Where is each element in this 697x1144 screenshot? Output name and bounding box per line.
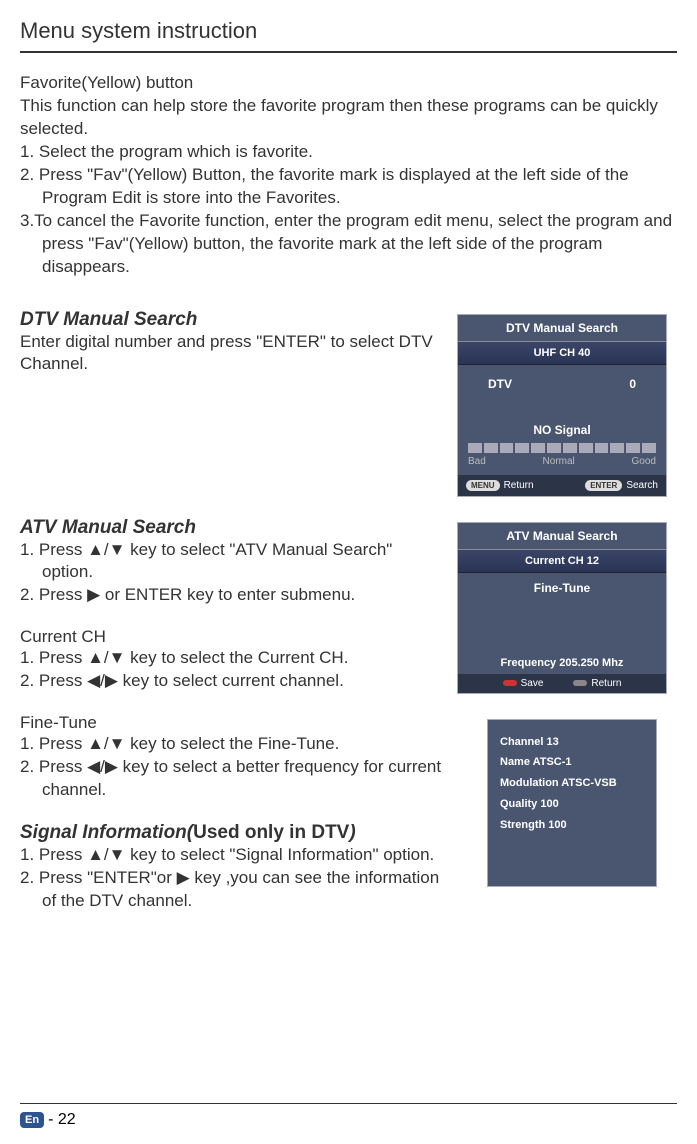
- favorite-step2: 2. Press "Fav"(Yellow) Button, the favor…: [20, 164, 677, 210]
- dtv-value: 0: [629, 377, 636, 391]
- atv-step2: 2. Press ▶ or ENTER key to enter submenu…: [20, 584, 447, 607]
- label-normal: Normal: [543, 456, 575, 467]
- favorite-intro: This function can help store the favorit…: [20, 95, 677, 141]
- dtv-text: Enter digital number and press "ENTER" t…: [20, 331, 447, 377]
- favorite-title: Favorite(Yellow) button: [20, 73, 677, 93]
- search-label: Search: [626, 480, 658, 491]
- fine-step2: 2. Press ◀/▶ key to select a better freq…: [20, 756, 447, 802]
- siginfo-step1: 1. Press ▲/▼ key to select "Signal Infor…: [20, 844, 447, 867]
- page-header: Menu system instruction: [0, 0, 697, 46]
- dtv-panel-title: DTV Manual Search: [458, 315, 666, 341]
- siginfo-name: Name ATSC-1: [500, 752, 644, 773]
- footer-separator: [20, 1103, 677, 1104]
- siginfo-strength: Strength 100: [500, 815, 644, 836]
- signal-bar: [458, 443, 666, 456]
- atv-finetune-label: Fine-Tune: [458, 573, 666, 597]
- dtv-section: DTV Manual Search Enter digital number a…: [20, 309, 677, 497]
- label-bad: Bad: [468, 456, 486, 467]
- page-num-text: - 22: [48, 1111, 76, 1129]
- finetune-heading: Fine-Tune: [20, 713, 447, 733]
- content-area: Favorite(Yellow) button This function ca…: [0, 53, 697, 913]
- signal-labels: Bad Normal Good: [458, 456, 666, 475]
- siginfo-panel: Channel 13 Name ATSC-1 Modulation ATSC-V…: [487, 719, 657, 887]
- siginfo-modulation: Modulation ATSC-VSB: [500, 773, 644, 794]
- atv-step1: 1. Press ▲/▼ key to select "ATV Manual S…: [20, 539, 447, 585]
- red-button-icon[interactable]: [503, 680, 517, 686]
- menu-button[interactable]: MENU: [466, 480, 500, 491]
- lang-badge: En: [20, 1112, 44, 1128]
- atv-heading: ATV Manual Search: [20, 517, 447, 539]
- page-number: En - 22: [20, 1111, 76, 1129]
- atv-panel-band[interactable]: Current CH 12: [458, 549, 666, 573]
- atv-panel-title: ATV Manual Search: [458, 523, 666, 549]
- atv-footer: Save Return: [458, 674, 666, 693]
- atv-section: ATV Manual Search 1. Press ▲/▼ key to se…: [20, 517, 677, 913]
- current-ch-heading: Current CH: [20, 627, 447, 647]
- enter-button[interactable]: ENTER: [585, 480, 622, 491]
- atv-panel: ATV Manual Search Current CH 12 Fine-Tun…: [457, 522, 667, 694]
- siginfo-step2: 2. Press "ENTER"or ▶ key ,you can see th…: [20, 867, 447, 913]
- atv-return-label: Return: [591, 678, 621, 689]
- dtv-heading: DTV Manual Search: [20, 309, 447, 331]
- favorite-step3: 3.To cancel the Favorite function, enter…: [20, 210, 677, 279]
- fine-step1: 1. Press ▲/▼ key to select the Fine-Tune…: [20, 733, 447, 756]
- atv-frequency: Frequency 205.250 Mhz: [458, 652, 666, 674]
- dtv-panel-band[interactable]: UHF CH 40: [458, 341, 666, 365]
- current-step2: 2. Press ◀/▶ key to select current chann…: [20, 670, 447, 693]
- favorite-step1: 1. Select the program which is favorite.: [20, 141, 677, 164]
- siginfo-heading: Signal Information(Used only in DTV): [20, 822, 447, 844]
- dtv-label: DTV: [488, 377, 512, 391]
- dtv-panel-row: DTV 0: [458, 365, 666, 403]
- dtv-footer: MENU Return ENTER Search: [458, 475, 666, 496]
- menu-button-icon[interactable]: [573, 680, 587, 686]
- save-label: Save: [521, 678, 544, 689]
- dtv-panel: DTV Manual Search UHF CH 40 DTV 0 NO Sig…: [457, 314, 667, 497]
- return-label: Return: [504, 480, 534, 491]
- current-step1: 1. Press ▲/▼ key to select the Current C…: [20, 647, 447, 670]
- dtv-nosignal: NO Signal: [458, 403, 666, 443]
- label-good: Good: [632, 456, 656, 467]
- siginfo-channel: Channel 13: [500, 732, 644, 753]
- siginfo-quality: Quality 100: [500, 794, 644, 815]
